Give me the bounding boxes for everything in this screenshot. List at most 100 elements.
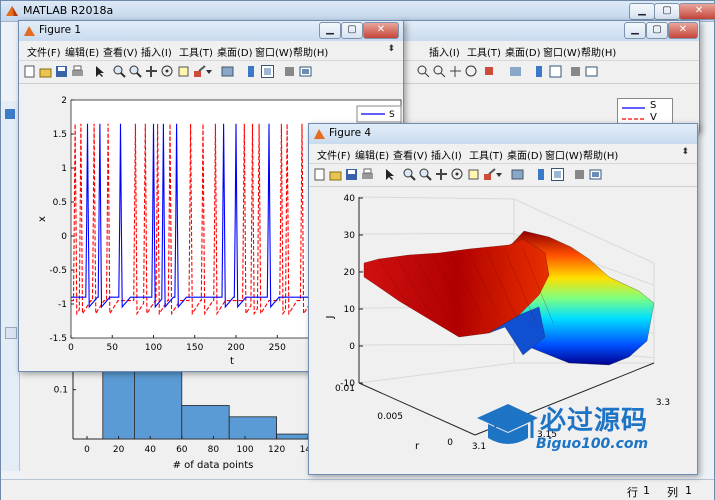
hist-x-tick-label: 40	[144, 445, 156, 455]
insert-colorbar-icon[interactable]	[535, 168, 548, 181]
menu-help[interactable]: 帮助(H)	[581, 44, 616, 59]
insert-legend-icon[interactable]	[261, 65, 274, 78]
matlab-titlebar: MATLAB R2018a ▁ ▢ ✕	[1, 1, 715, 22]
z-tick-label: 20	[344, 268, 356, 278]
link-icon[interactable]	[509, 65, 522, 78]
minimize-button[interactable]: ▁	[624, 22, 646, 39]
y-tick-label: 0.01	[335, 384, 355, 394]
brush-icon[interactable]	[483, 65, 496, 78]
menu-tools[interactable]: 工具(T)	[467, 44, 501, 59]
maximize-icon: ▢	[347, 24, 357, 35]
open-file-icon[interactable]	[39, 65, 52, 78]
menu-insert[interactable]: 插入(I)	[141, 44, 172, 59]
data-cursor-icon[interactable]	[177, 65, 190, 78]
grid-line	[358, 196, 515, 200]
zoom-out-icon[interactable]	[433, 65, 446, 78]
legend-icon[interactable]	[549, 65, 562, 78]
print-icon[interactable]	[361, 168, 374, 181]
z-axis-label: J	[325, 316, 336, 320]
show-plot-tools-icon[interactable]	[585, 65, 598, 78]
legend-entry-s: S	[650, 100, 657, 111]
select-arrow-icon[interactable]	[93, 65, 106, 78]
close-button[interactable]: ✕	[363, 22, 399, 39]
workspace-tab[interactable]	[5, 327, 17, 339]
figure-behind-window[interactable]: ▁ ▢ ✕ 插入(I) 工具(T) 桌面(D) 窗口(W) 帮助(H) S V	[398, 20, 700, 132]
data-cursor-icon[interactable]	[467, 168, 480, 181]
y-axis-label: r	[415, 441, 420, 452]
new-figure-icon[interactable]	[313, 168, 326, 181]
x-tick-label: 150	[186, 343, 203, 353]
link-plot-icon[interactable]	[221, 65, 234, 78]
watermark-logo: 必过源码 Biguo100.com	[474, 398, 674, 460]
insert-colorbar-icon[interactable]	[245, 65, 258, 78]
show-plot-tools-icon[interactable]	[299, 65, 312, 78]
maximize-button[interactable]: ▢	[646, 22, 668, 39]
maximize-button[interactable]: ▢	[654, 3, 680, 20]
minimize-button[interactable]: ▁	[319, 22, 341, 39]
rotate-icon[interactable]	[465, 65, 478, 78]
colorbar-icon[interactable]	[533, 65, 546, 78]
menu-window[interactable]: 窗口(W)	[545, 147, 583, 162]
zoom-in-icon[interactable]	[417, 65, 430, 78]
print-icon[interactable]	[71, 65, 84, 78]
menubar-dock-icon[interactable]: ⬍	[681, 147, 689, 157]
new-figure-icon[interactable]	[23, 65, 36, 78]
zoom-out-icon[interactable]	[129, 65, 142, 78]
panel-toggle-icon[interactable]	[5, 109, 15, 119]
minimize-icon: ▁	[638, 5, 646, 16]
menu-desktop[interactable]: 桌面(D)	[507, 147, 543, 162]
menu-edit[interactable]: 编辑(E)	[65, 44, 99, 59]
brush-dropdown-icon[interactable]	[205, 65, 213, 78]
figure-4-title: Figure 4	[329, 127, 372, 139]
save-icon[interactable]	[345, 168, 358, 181]
rotate-3d-icon[interactable]	[161, 65, 174, 78]
menu-help[interactable]: 帮助(H)	[583, 147, 618, 162]
select-arrow-icon[interactable]	[383, 168, 396, 181]
hist-x-tick-label: 120	[268, 445, 285, 455]
y-tick-label: 0	[61, 232, 67, 242]
maximize-button[interactable]: ▢	[341, 22, 363, 39]
x-tick-label: 250	[269, 343, 286, 353]
legend-box: S	[356, 105, 402, 123]
show-plot-tools-icon[interactable]	[589, 168, 602, 181]
menu-desktop[interactable]: 桌面(D)	[505, 44, 541, 59]
hide-plot-tools-icon[interactable]	[283, 65, 296, 78]
pan-icon[interactable]	[435, 168, 448, 181]
menu-file[interactable]: 文件(F)	[317, 147, 351, 162]
menu-window[interactable]: 窗口(W)	[255, 44, 293, 59]
menu-window[interactable]: 窗口(W)	[543, 44, 581, 59]
menu-help[interactable]: 帮助(H)	[293, 44, 328, 59]
pan-icon[interactable]	[145, 65, 158, 78]
zoom-out-icon[interactable]	[419, 168, 432, 181]
menu-desktop[interactable]: 桌面(D)	[217, 44, 253, 59]
close-icon: ✕	[694, 5, 704, 16]
menubar-dock-icon[interactable]: ⬍	[387, 44, 395, 54]
menu-view[interactable]: 查看(V)	[393, 147, 428, 162]
hide-plot-tools-icon[interactable]	[573, 168, 586, 181]
hide-plot-tools-icon[interactable]	[569, 65, 582, 78]
close-button[interactable]: ✕	[668, 22, 698, 39]
zoom-in-icon[interactable]	[113, 65, 126, 78]
menu-tools[interactable]: 工具(T)	[469, 147, 503, 162]
menu-view[interactable]: 查看(V)	[103, 44, 138, 59]
status-bar: 行 1 列 1	[1, 479, 714, 500]
open-file-icon[interactable]	[329, 168, 342, 181]
brush-dropdown-icon[interactable]	[495, 168, 503, 181]
histogram-bar	[228, 416, 277, 440]
close-button[interactable]: ✕	[679, 3, 715, 20]
insert-legend-icon[interactable]	[551, 168, 564, 181]
menu-tools[interactable]: 工具(T)	[179, 44, 213, 59]
pan-icon[interactable]	[449, 65, 462, 78]
zoom-in-icon[interactable]	[403, 168, 416, 181]
menu-edit[interactable]: 编辑(E)	[355, 147, 389, 162]
menu-insert[interactable]: 插入(I)	[431, 147, 462, 162]
minimize-button[interactable]: ▁	[629, 3, 655, 20]
figure-behind-titlebar: ▁ ▢ ✕	[399, 21, 699, 42]
rotate-3d-icon[interactable]	[451, 168, 464, 181]
link-plot-icon[interactable]	[511, 168, 524, 181]
y-axis	[358, 382, 476, 436]
menu-insert[interactable]: 插入(I)	[429, 44, 460, 59]
menu-file[interactable]: 文件(F)	[27, 44, 61, 59]
save-icon[interactable]	[55, 65, 68, 78]
y-tick-label: -0.5	[49, 266, 67, 276]
